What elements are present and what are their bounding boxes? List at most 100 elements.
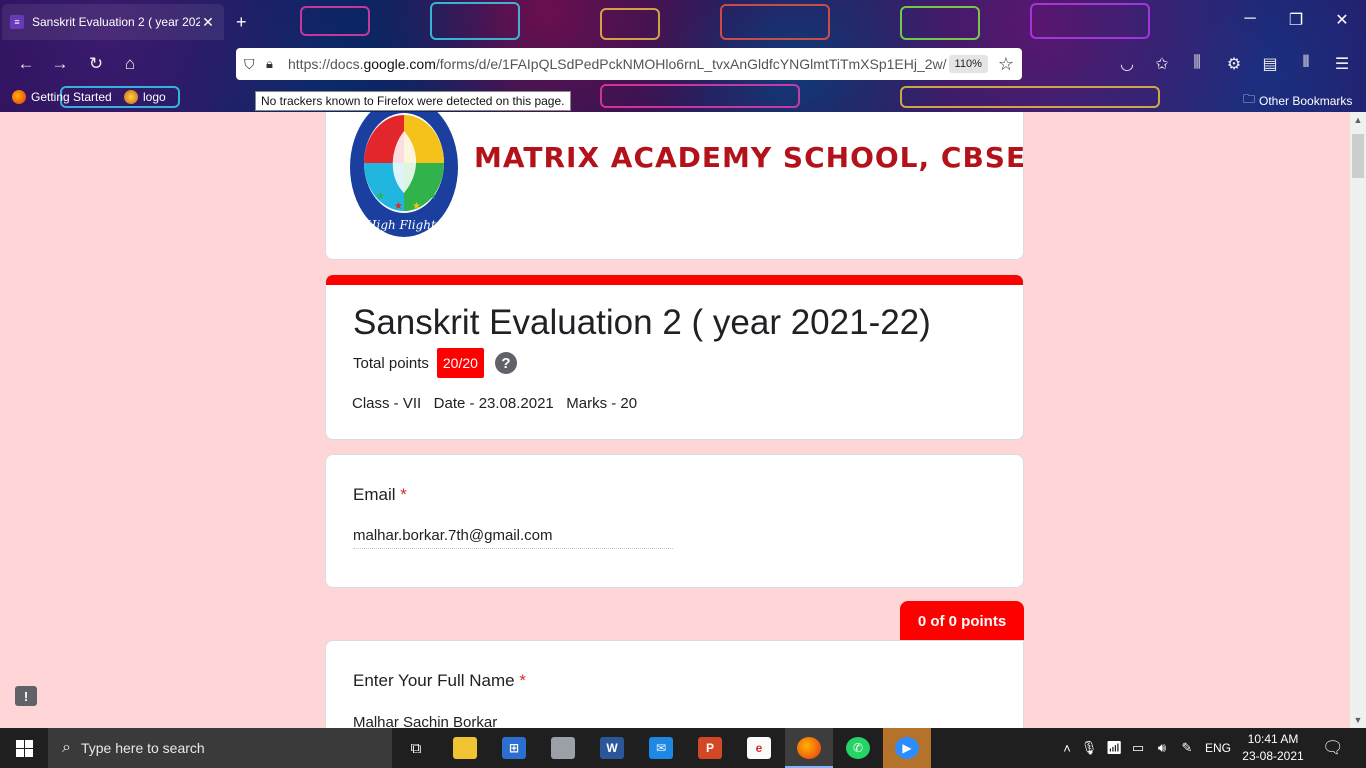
tab-bar: ≡ Sanskrit Evaluation 2 ( year 202 ✕ + ─… (0, 0, 1366, 44)
powerpoint-app[interactable]: P (686, 728, 734, 768)
email-label-text: Email (353, 485, 396, 504)
lock-icon[interactable]: 🔒︎ (266, 56, 288, 72)
word-app[interactable]: W (588, 728, 636, 768)
svg-text:★: ★ (428, 191, 437, 202)
total-points-row: Total points 20/20 ? (353, 348, 517, 378)
file-explorer-app[interactable] (441, 728, 489, 768)
header-image-card: ★ ★ ★ ★ High Flights MATRIX ACADEMY SCHO… (325, 112, 1024, 260)
battery-icon[interactable]: ▭ (1126, 740, 1150, 756)
form-title: Sanskrit Evaluation 2 ( year 2021-22) (353, 303, 931, 342)
forward-button[interactable]: → (48, 54, 72, 74)
page-scrollbar[interactable]: ▲ ▼ (1350, 112, 1366, 728)
notification-center-icon[interactable]: 🗨︎ (1322, 738, 1344, 758)
scrollbar-thumb[interactable] (1352, 134, 1364, 178)
logo-bookmark-icon (124, 90, 138, 104)
firefox-taskbar-icon (797, 737, 821, 759)
school-name-banner: MATRIX ACADEMY SCHOOL, CBSE (474, 141, 1024, 174)
full-name-field[interactable]: Malhar Sachin Borkar (353, 714, 497, 728)
minimize-button[interactable]: ─ (1240, 10, 1260, 28)
zoom-level-badge[interactable]: 110% (948, 55, 988, 73)
close-window-button[interactable]: ✕ (1332, 10, 1352, 30)
back-button[interactable]: ← (14, 54, 38, 74)
email-question-label: Email * (353, 485, 407, 505)
zoom-video-icon: ▶ (895, 737, 919, 759)
zoom-app[interactable]: ▶ (883, 728, 931, 768)
clock[interactable]: 10:41 AM 23-08-2021 (1240, 731, 1306, 765)
settings-gear-icon[interactable]: ⚙ (1223, 54, 1245, 74)
firefox-app[interactable] (785, 728, 833, 768)
bookmark-star-icon[interactable]: ☆ (998, 54, 1014, 75)
library-icon[interactable]: ⫼ (1186, 54, 1208, 72)
bookmarks-library-icon[interactable]: ⫴ (1295, 54, 1317, 72)
e-logo-icon: e (747, 737, 771, 759)
pen-icon[interactable]: ✎ (1174, 740, 1200, 756)
forms-favicon-icon: ≡ (10, 15, 24, 29)
taskbar-search-box[interactable]: ⌕ Type here to search (48, 728, 392, 768)
new-tab-button[interactable]: + (236, 12, 247, 33)
total-points-label: Total points (353, 354, 429, 372)
name-question-label: Enter Your Full Name * (353, 671, 526, 691)
email-field[interactable]: malhar.borkar.7th@gmail.com (353, 527, 673, 549)
form-page: ★ ★ ★ ★ High Flights MATRIX ACADEMY SCHO… (0, 112, 1350, 728)
other-bookmarks-label: Other Bookmarks (1259, 93, 1353, 108)
bookmarks-toolbar: Getting Started logo 🗀︎ Other Bookmarks (0, 88, 1366, 110)
tab-close-icon[interactable]: ✕ (200, 14, 216, 31)
firefox-icon (12, 90, 26, 104)
score-tag: 0 of 0 points (900, 601, 1024, 641)
bookmark-label: logo (143, 90, 166, 104)
task-view-button[interactable]: ⧉ (392, 728, 440, 768)
tracker-tooltip: No trackers known to Firefox were detect… (255, 91, 571, 111)
microphone-icon[interactable]: 🎙︎ (1076, 740, 1102, 756)
system-tray: ˄ 🎙︎ 📶︎ ▭ 🔊︎ ✎ ENG (1058, 728, 1236, 768)
whatsapp-app[interactable]: ✆ (834, 728, 882, 768)
store-app[interactable]: ⊞ (490, 728, 538, 768)
reader-sidebar-icon[interactable]: ▤ (1259, 54, 1281, 74)
reload-button[interactable]: ↻ (84, 54, 108, 74)
bookmark-getting-started[interactable]: Getting Started (12, 90, 112, 104)
total-points-badge: 20/20 (436, 348, 484, 378)
word-icon: W (600, 737, 624, 759)
form-title-card: Sanskrit Evaluation 2 ( year 2021-22) To… (325, 274, 1024, 440)
language-indicator[interactable]: ENG (1200, 741, 1236, 755)
accent-bar (326, 275, 1023, 285)
whatsapp-icon: ✆ (846, 737, 870, 759)
mail-icon: ✉ (649, 737, 673, 759)
bookmark-logo[interactable]: logo (124, 90, 166, 104)
task-view-icon: ⧉ (410, 739, 422, 757)
name-label-text: Enter Your Full Name (353, 671, 515, 690)
pocket-icon[interactable]: ◡ (1116, 54, 1138, 74)
scroll-up-arrow-icon[interactable]: ▲ (1350, 115, 1366, 125)
clock-date: 23-08-2021 (1242, 749, 1304, 763)
mail-app[interactable]: ✉ (637, 728, 685, 768)
report-feedback-icon[interactable]: ! (15, 686, 37, 706)
restore-button[interactable]: ❐ (1286, 10, 1306, 30)
url-text[interactable]: https://docs.google.com/forms/d/e/1FAIpQ… (288, 56, 949, 72)
svg-text:★: ★ (412, 201, 421, 212)
scanner-icon (551, 737, 575, 759)
menu-hamburger-icon[interactable]: ☰ (1331, 54, 1353, 74)
windows-logo-icon (15, 739, 33, 757)
windows-taskbar: ⌕ Type here to search ⧉ ⊞ W ✉ P e ✆ ▶ ˄ … (0, 728, 1366, 768)
browser-chrome: ≡ Sanskrit Evaluation 2 ( year 202 ✕ + ─… (0, 0, 1366, 112)
store-bag-icon: ⊞ (502, 737, 526, 759)
other-bookmarks[interactable]: 🗀︎ Other Bookmarks (1243, 90, 1352, 111)
help-icon[interactable]: ? (494, 352, 517, 374)
tray-chevron-icon[interactable]: ˄ (1058, 741, 1076, 756)
clock-time: 10:41 AM (1247, 732, 1299, 746)
home-button[interactable]: ⌂ (118, 54, 142, 74)
scroll-down-arrow-icon[interactable]: ▼ (1350, 715, 1366, 725)
scanner-app[interactable] (539, 728, 587, 768)
start-button[interactable] (0, 728, 48, 768)
tab-active[interactable]: ≡ Sanskrit Evaluation 2 ( year 202 ✕ (2, 4, 224, 40)
form-description: Class - VII Date - 23.08.2021 Marks - 20 (352, 395, 638, 412)
folder-app-icon (453, 737, 477, 759)
extension-star-icon[interactable]: ✩ (1151, 54, 1173, 74)
wifi-icon[interactable]: 📶︎ (1102, 740, 1126, 756)
email-question-card: Email * malhar.borkar.7th@gmail.com (325, 454, 1024, 588)
url-bar[interactable]: ⛉ 🔒︎ https://docs.google.com/forms/d/e/1… (236, 48, 1022, 80)
e-app[interactable]: e (735, 728, 783, 768)
name-question-card: Enter Your Full Name * Malhar Sachin Bor… (325, 640, 1024, 728)
bookmark-label: Getting Started (31, 90, 112, 104)
tracking-shield-icon[interactable]: ⛉ (244, 56, 266, 73)
volume-icon[interactable]: 🔊︎ (1150, 740, 1174, 756)
